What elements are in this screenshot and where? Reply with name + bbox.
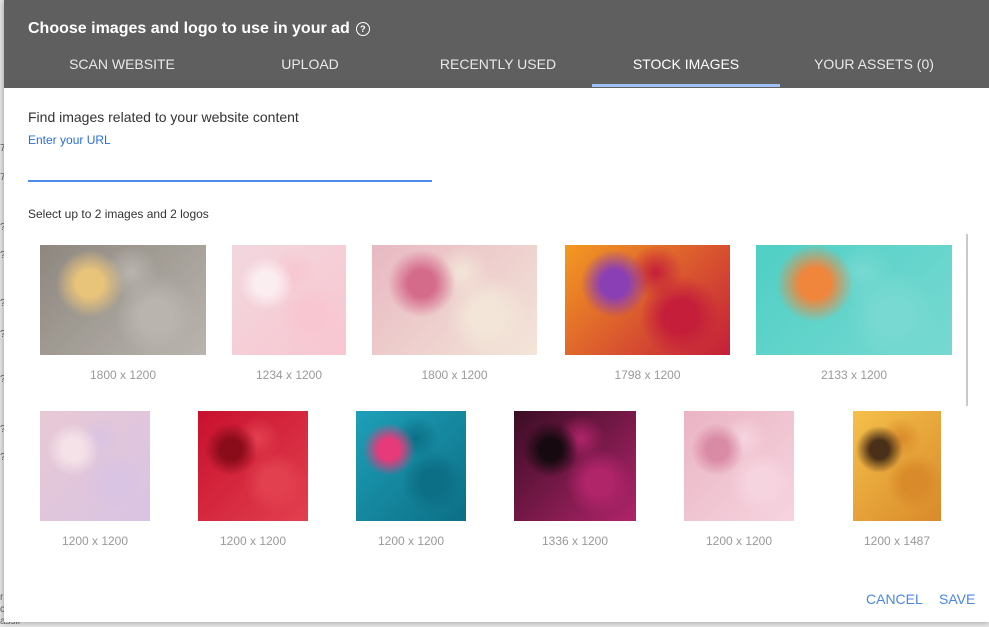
tab-upload[interactable]: UPLOAD — [216, 56, 404, 72]
dialog-header: Choose images and logo to use in your ad… — [4, 0, 989, 88]
image-dimensions: 1200 x 1200 — [705, 534, 773, 548]
image-dimensions: 1800 x 1200 — [89, 368, 157, 382]
url-input[interactable] — [28, 150, 432, 182]
save-button[interactable]: SAVE — [939, 591, 975, 607]
scan-heading: Find images related to your website cont… — [28, 109, 299, 125]
pink-roses-image[interactable] — [684, 411, 794, 521]
tab-recently-used[interactable]: RECENTLY USED — [404, 56, 592, 72]
image-dimensions: 1200 x 1200 — [377, 534, 445, 548]
image-dimensions: 1200 x 1487 — [863, 534, 931, 548]
url-field-label: Enter your URL — [28, 133, 111, 147]
purple-dahlia-image[interactable] — [514, 411, 636, 521]
cancel-button[interactable]: CANCEL — [866, 591, 923, 607]
lilies-on-turquoise-image[interactable] — [756, 245, 952, 355]
red-roses-image[interactable] — [198, 411, 308, 521]
pink-gerbera-image[interactable] — [356, 411, 466, 521]
tab-your-assets[interactable]: YOUR ASSETS (0) — [780, 56, 968, 72]
tab-scan-website[interactable]: SCAN WEBSITE — [28, 56, 216, 72]
help-icon[interactable]: ? — [355, 22, 370, 36]
flower-wall-image[interactable] — [372, 245, 537, 355]
image-dimensions: 1200 x 1200 — [61, 534, 129, 548]
image-dimensions: 1798 x 1200 — [614, 368, 681, 382]
selection-instruction: Select up to 2 images and 2 logos — [28, 207, 209, 221]
image-dimensions: 1336 x 1200 — [541, 534, 609, 548]
image-dimensions: 1800 x 1200 — [421, 368, 488, 382]
dialog-title-text: Choose images and logo to use in your ad — [28, 20, 350, 37]
tab-stock-images[interactable]: STOCK IMAGES — [592, 56, 780, 72]
pastel-roses-image[interactable] — [40, 411, 150, 521]
colorful-bouquet-image[interactable] — [565, 245, 730, 355]
scrollbar[interactable] — [966, 234, 968, 406]
dialog-title: Choose images and logo to use in your ad… — [28, 20, 370, 38]
cherry-blossom-image[interactable] — [232, 245, 346, 355]
image-dimensions: 2133 x 1200 — [820, 368, 888, 382]
image-dimensions: 1200 x 1200 — [219, 534, 287, 548]
sunset-daisies-image[interactable] — [853, 411, 941, 521]
image-dimensions: 1234 x 1200 — [255, 368, 323, 382]
image-picker-dialog: Choose images and logo to use in your ad… — [4, 0, 989, 622]
delivery-man-flowers-image[interactable] — [40, 245, 206, 355]
active-tab-indicator — [592, 84, 780, 87]
